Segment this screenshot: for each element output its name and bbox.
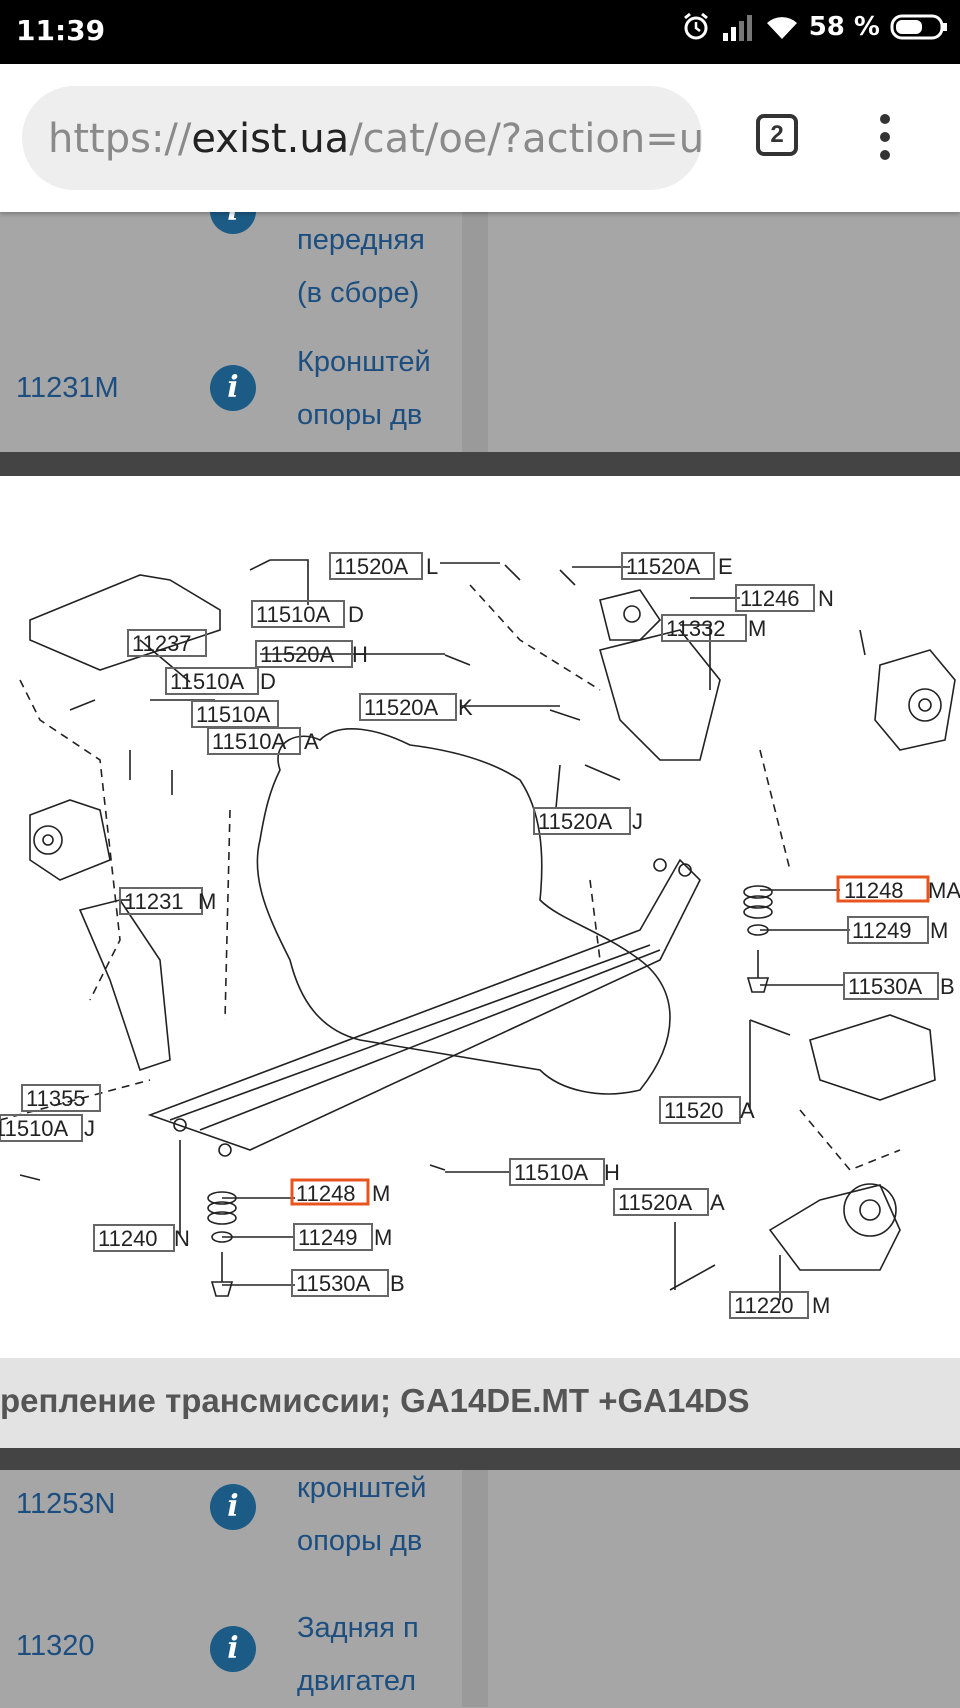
part-description[interactable]: передняя (в сборе) <box>297 214 437 320</box>
svg-text:B: B <box>390 1271 405 1296</box>
battery-percent: 58 % <box>808 12 880 42</box>
part-label[interactable]: 11355 <box>26 1086 86 1111</box>
info-icon[interactable]: i <box>210 365 256 411</box>
svg-text:H: H <box>352 642 368 667</box>
part-label[interactable]: 11530A <box>848 974 923 999</box>
diagram-caption: репление трансмиссии; GA14DE.MT +GA14DS <box>0 1358 960 1448</box>
table-row: 11320 i Задняя п двигател <box>0 1612 960 1707</box>
section-divider <box>0 452 960 476</box>
part-label[interactable]: 11510A <box>170 669 245 694</box>
part-label[interactable]: 11520A <box>538 809 613 834</box>
part-number[interactable]: 11231M <box>16 372 119 405</box>
part-label[interactable]: 11510A <box>514 1160 589 1185</box>
svg-text:M: M <box>930 918 948 943</box>
part-label[interactable]: 11237 <box>132 631 192 656</box>
svg-text:N: N <box>818 586 834 611</box>
svg-text:D: D <box>348 602 364 627</box>
table-row: 11253N i кронштей опоры дв <box>0 1472 960 1596</box>
browser-toolbar: https://exist.ua/cat/oe/?action=u 2 <box>0 64 960 212</box>
battery-icon <box>890 14 947 40</box>
svg-text:D: D <box>260 669 276 694</box>
part-label-highlighted[interactable]: 11248 <box>844 878 904 903</box>
table-row: 11231M i Кронштей опоры дв <box>0 330 960 450</box>
url-text: https://exist.ua/cat/oe/?action=u <box>48 116 702 162</box>
svg-text:A: A <box>740 1098 755 1123</box>
part-description[interactable]: Кронштей опоры дв <box>297 336 437 442</box>
status-time: 11:39 <box>16 14 106 47</box>
part-label[interactable]: 11510A <box>0 1116 69 1141</box>
signal-icon <box>722 15 752 41</box>
svg-text:B: B <box>940 974 955 999</box>
part-label[interactable]: 11520A <box>618 1190 693 1215</box>
part-label[interactable]: 11220 <box>734 1293 794 1318</box>
part-label[interactable]: 11510A <box>196 702 271 727</box>
svg-text:A: A <box>710 1190 725 1215</box>
part-label[interactable]: 11332 <box>666 616 726 641</box>
svg-text:M: M <box>198 889 216 914</box>
part-label[interactable]: 11520A <box>334 554 409 579</box>
part-label[interactable]: 11510A <box>212 729 287 754</box>
info-icon[interactable]: i <box>210 1626 256 1672</box>
part-label[interactable]: 11520A <box>364 695 439 720</box>
section-divider <box>0 1448 960 1470</box>
part-label[interactable]: 11246 <box>740 586 800 611</box>
svg-text:MA: MA <box>928 878 960 903</box>
svg-text:K: K <box>458 695 473 720</box>
part-label-highlighted[interactable]: 11248 <box>296 1181 356 1206</box>
address-bar[interactable]: https://exist.ua/cat/oe/?action=u <box>22 86 702 190</box>
part-label[interactable]: 11520A <box>626 554 701 579</box>
part-label[interactable]: 11520 <box>664 1098 724 1123</box>
part-label[interactable]: 11530A <box>296 1271 371 1296</box>
svg-text:J: J <box>84 1116 95 1141</box>
part-label[interactable]: 11231 <box>124 889 184 914</box>
part-description[interactable]: Задняя п двигател <box>297 1602 437 1708</box>
svg-text:J: J <box>632 809 643 834</box>
part-label[interactable]: 11520A <box>260 642 335 667</box>
part-label[interactable]: 11249 <box>852 918 912 943</box>
svg-text:A: A <box>304 729 319 754</box>
svg-text:E: E <box>718 554 733 579</box>
part-number[interactable]: 11253N <box>16 1488 115 1521</box>
wifi-icon <box>766 17 797 39</box>
tab-switcher-button[interactable]: 2 <box>756 114 798 156</box>
svg-text:M: M <box>812 1293 830 1318</box>
part-label[interactable]: 11510A <box>256 602 331 627</box>
parts-diagram[interactable]: 11520A L 11520A E 11510A D 11246 N 11237… <box>0 476 960 1358</box>
caption-text: репление трансмиссии; GA14DE.MT +GA14DS <box>0 1382 750 1419</box>
more-menu-icon[interactable] <box>870 114 900 166</box>
svg-text:N: N <box>174 1226 190 1251</box>
part-label[interactable]: 11240 <box>98 1226 158 1251</box>
svg-text:M: M <box>748 616 766 641</box>
svg-text:M: M <box>374 1225 392 1250</box>
part-description[interactable]: кронштей опоры дв <box>297 1462 437 1568</box>
part-number[interactable]: 11320 <box>16 1630 95 1663</box>
part-label[interactable]: 11249 <box>298 1225 358 1250</box>
svg-text:M: M <box>372 1181 390 1206</box>
svg-text:L: L <box>426 554 438 579</box>
svg-text:H: H <box>604 1160 620 1185</box>
info-icon[interactable]: i <box>210 1484 256 1530</box>
engine-mount-schematic: 11520A L 11520A E 11510A D 11246 N 11237… <box>0 552 960 1319</box>
status-bar: 11:39 58 % <box>0 0 960 64</box>
alarm-icon <box>683 12 708 40</box>
